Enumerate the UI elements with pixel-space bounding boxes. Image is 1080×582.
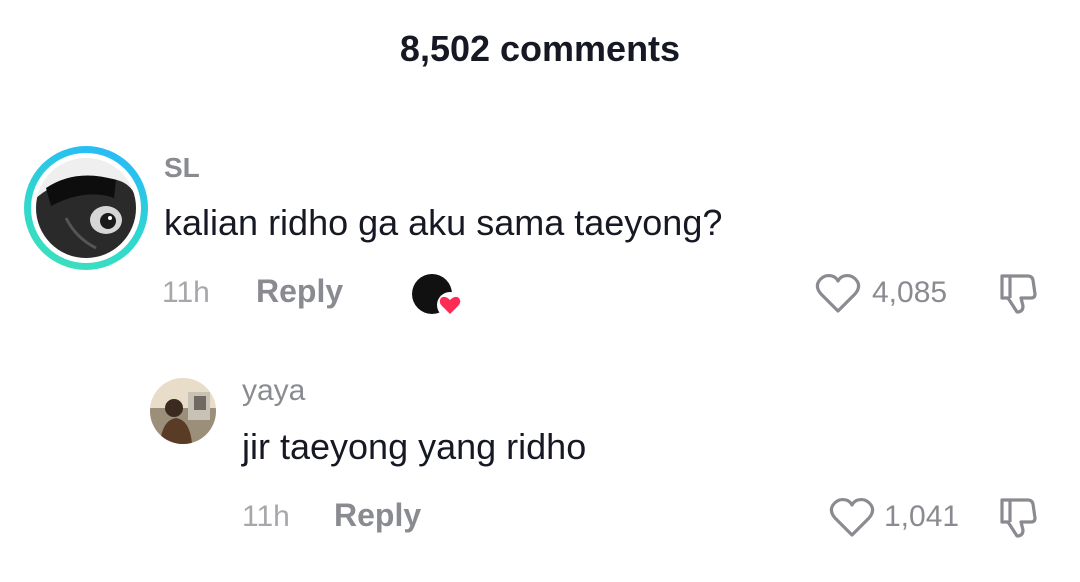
reply-comment-item: yaya jir taeyong yang ridho 11h Reply 1,… — [0, 370, 1080, 550]
like-count: 4,085 — [872, 276, 948, 309]
creator-liked-icon — [410, 272, 464, 320]
comment-meta-row: 11h Reply 1,041 — [0, 492, 1080, 542]
comment-username[interactable]: yaya — [242, 374, 305, 408]
avatar[interactable] — [24, 146, 148, 270]
reply-button[interactable]: Reply — [334, 497, 421, 534]
like-count: 1,041 — [884, 500, 960, 533]
comment-text: kalian ridho ga aku sama taeyong? — [164, 202, 723, 243]
comment-text: jir taeyong yang ridho — [242, 426, 587, 467]
dislike-icon[interactable] — [994, 494, 1042, 542]
comments-count-title: 8,502 comments — [399, 28, 681, 69]
heart-icon[interactable] — [814, 272, 862, 314]
avatar-image — [36, 158, 136, 258]
avatar[interactable] — [150, 378, 216, 444]
dislike-icon[interactable] — [994, 270, 1042, 318]
comment-item: SL kalian ridho ga aku sama taeyong? 11h… — [0, 140, 1080, 320]
heart-icon[interactable] — [828, 496, 876, 538]
comment-timestamp: 11h — [242, 500, 290, 533]
comment-meta-row: 11h Reply 4,085 — [0, 268, 1080, 318]
reply-button[interactable]: Reply — [256, 273, 343, 310]
comment-username[interactable]: SL — [164, 152, 200, 184]
comment-timestamp: 11h — [162, 276, 210, 309]
